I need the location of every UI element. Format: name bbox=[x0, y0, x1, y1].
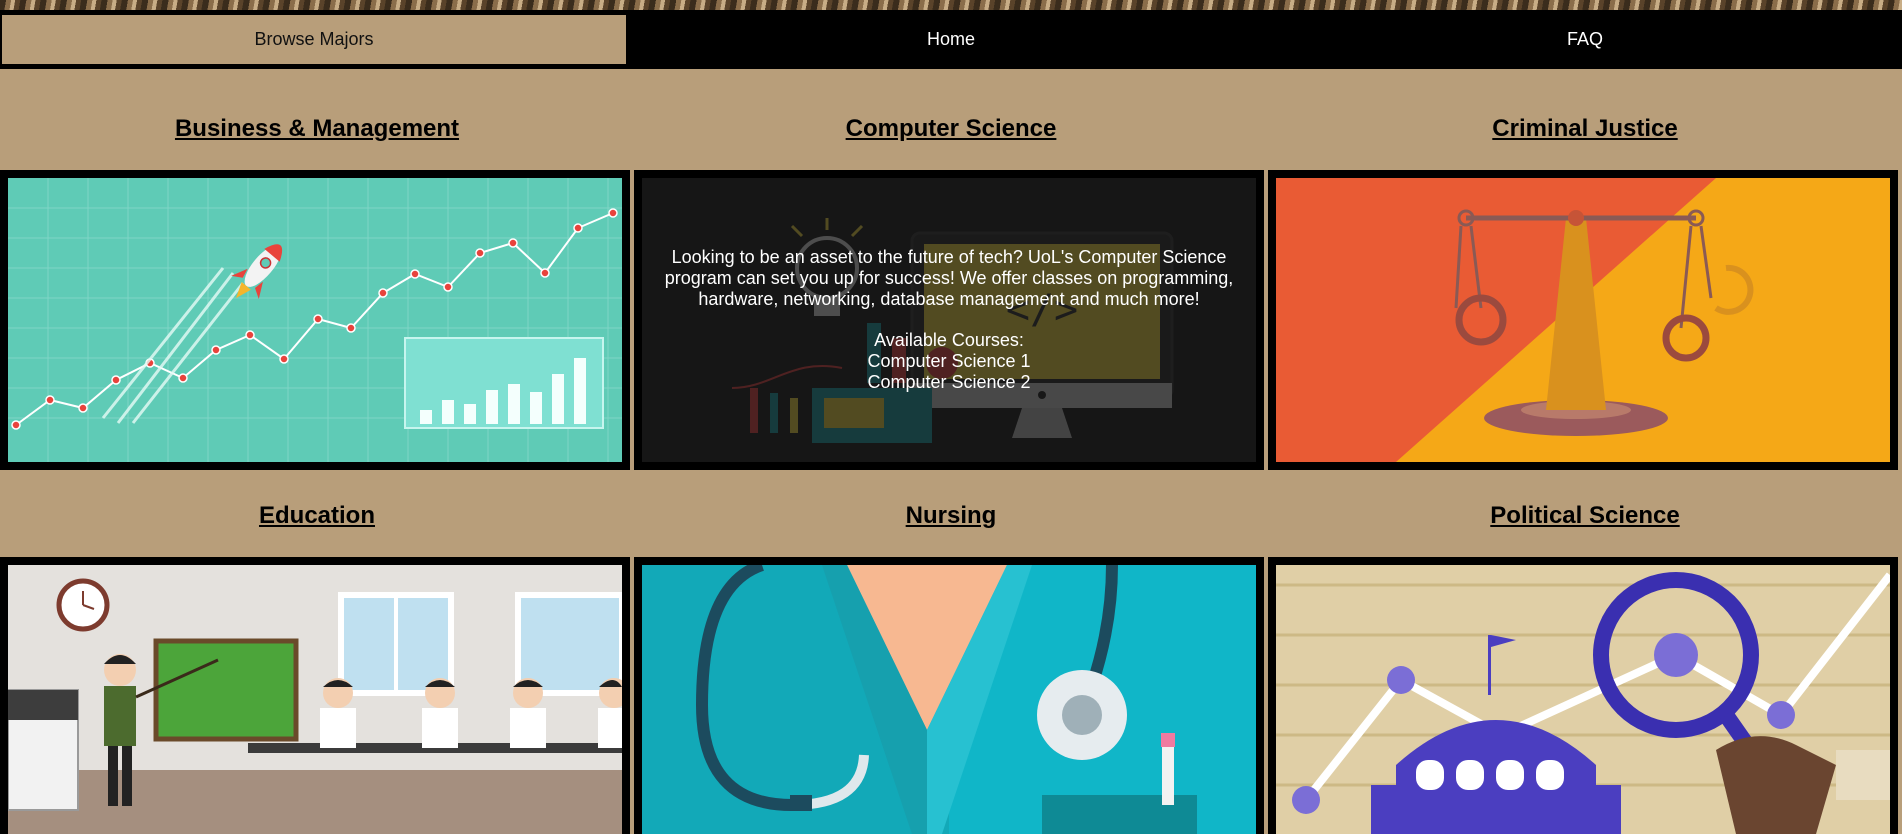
major-description: Looking to be an asset to the future of … bbox=[664, 247, 1234, 309]
courses-list: Available Courses: Computer Science 1 Co… bbox=[867, 330, 1030, 393]
nav-faq[interactable]: FAQ bbox=[1268, 15, 1902, 64]
rocket-growth-chart-image bbox=[8, 178, 622, 462]
major-title-education[interactable]: Education bbox=[0, 502, 634, 530]
major-title-nursing[interactable]: Nursing bbox=[634, 502, 1268, 530]
major-description-overlay: Looking to be an asset to the future of … bbox=[642, 178, 1256, 462]
course-item: Computer Science 2 bbox=[867, 372, 1031, 392]
nav-browse-majors[interactable]: Browse Majors bbox=[2, 15, 626, 64]
scales-handcuffs-image bbox=[1276, 178, 1890, 462]
major-title-political-science[interactable]: Political Science bbox=[1268, 502, 1902, 530]
classroom-teacher-image bbox=[8, 565, 622, 834]
course-item: Computer Science 1 bbox=[867, 351, 1031, 371]
stethoscope-scrubs-image bbox=[642, 565, 1256, 834]
major-card-nursing[interactable] bbox=[634, 557, 1264, 834]
main-navigation: Browse Majors Home FAQ bbox=[0, 10, 1902, 69]
major-title-business[interactable]: Business & Management bbox=[0, 115, 634, 143]
major-card-education[interactable] bbox=[0, 557, 630, 834]
nav-home[interactable]: Home bbox=[634, 15, 1268, 64]
major-card-political-science[interactable] bbox=[1268, 557, 1898, 834]
major-title-criminal-justice[interactable]: Criminal Justice bbox=[1268, 115, 1902, 143]
major-title-computer-science[interactable]: Computer Science bbox=[634, 115, 1268, 143]
courses-heading: Available Courses: bbox=[874, 330, 1024, 350]
capitol-magnifier-image bbox=[1276, 565, 1890, 834]
major-card-computer-science[interactable]: </> Looking to be an asset to the future… bbox=[634, 170, 1264, 470]
major-card-business[interactable] bbox=[0, 170, 630, 470]
header-banner-strip bbox=[0, 0, 1902, 10]
major-card-criminal-justice[interactable] bbox=[1268, 170, 1898, 470]
